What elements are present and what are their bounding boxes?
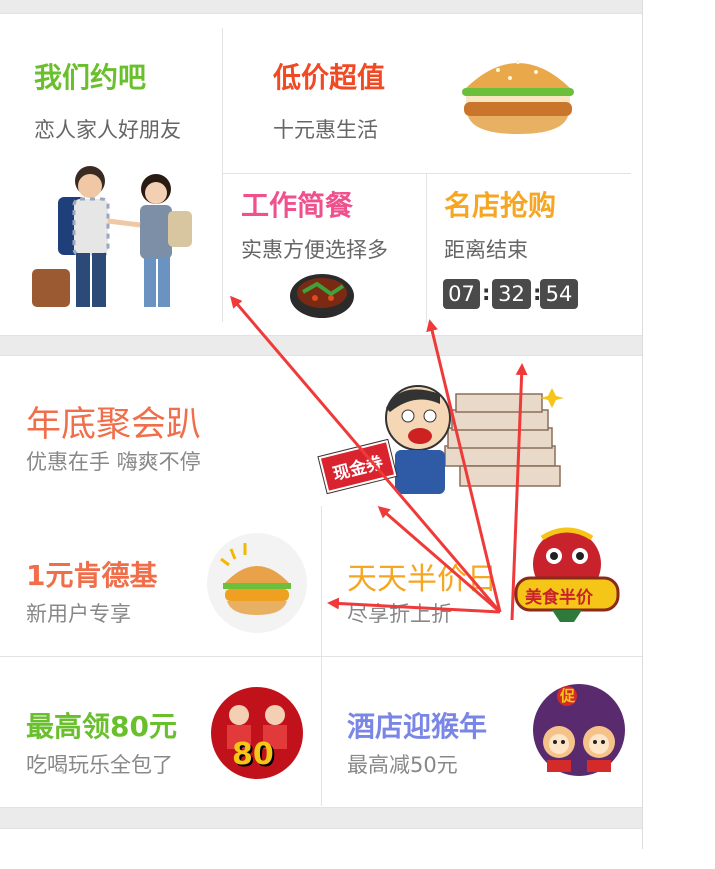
- promo-grid: 1元肯德基 新用户专享 天天半价日 尽享折上折 美食半价 最高领80元 吃喝玩乐…: [0, 506, 642, 808]
- promo-title: 天天半价日: [347, 562, 497, 597]
- promo-subtitle: 新用户专享: [26, 602, 131, 626]
- burger-badge-image: [207, 533, 307, 633]
- tile-title: 工作简餐: [241, 189, 354, 222]
- lion-dance-badge-image: [514, 527, 620, 622]
- tile-subtitle: 距离结束: [444, 238, 528, 262]
- eighty-badge: 80: [232, 737, 274, 772]
- promo-subtitle: 尽享折上折: [347, 602, 452, 626]
- promo-subtitle: 吃喝玩乐全包了: [26, 753, 173, 777]
- tile-meet[interactable]: 我们约吧 恋人家人好朋友: [0, 14, 222, 335]
- tile-cheap[interactable]: 低价超值 十元惠生活: [223, 14, 631, 173]
- tile-subtitle: 十元惠生活: [273, 118, 378, 142]
- tile-subtitle: 恋人家人好朋友: [34, 118, 181, 142]
- tile-flash-sale[interactable]: 名店抢购 距离结束: [427, 174, 631, 334]
- promo-title: 最高领80元: [26, 710, 177, 743]
- tile-title: 低价超值: [273, 61, 386, 94]
- tile-title: 我们约吧: [34, 61, 147, 94]
- countdown-seconds: 54: [540, 279, 578, 309]
- tile-lunch[interactable]: 工作简餐 实惠方便选择多: [223, 174, 426, 334]
- promo-badge: 促: [560, 687, 576, 705]
- promo-80-yuan[interactable]: 最高领80元 吃喝玩乐全包了 80: [0, 657, 321, 807]
- promo-title: 酒店迎猴年: [347, 710, 488, 743]
- promo-subtitle: 最高减50元: [347, 753, 458, 777]
- banner-title: 年底聚会趴: [26, 405, 202, 445]
- banner-subtitle: 优惠在手 嗨爽不停: [26, 450, 201, 474]
- claypot-dish-image: [290, 274, 354, 318]
- couple-image: [32, 166, 192, 307]
- countdown-minutes: 32: [492, 279, 531, 309]
- promo-half-price[interactable]: 天天半价日 尽享折上折 美食半价: [322, 506, 642, 656]
- promo-title: 1元肯德基: [26, 559, 158, 592]
- tile-title: 名店抢购: [444, 189, 557, 222]
- promo-kfc[interactable]: 1元肯德基 新用户专享: [0, 506, 321, 656]
- half-price-label: 美食半价: [525, 588, 593, 608]
- monkey-couple-image: [533, 684, 625, 776]
- tile-subtitle: 实惠方便选择多: [241, 238, 388, 262]
- burger-image: [462, 60, 574, 134]
- countdown-separator: :: [482, 281, 491, 305]
- page-background: 我们约吧 恋人家人好朋友 低价超值 十元惠生活 工作简餐 实惠方便选择多 名店抢…: [0, 0, 643, 869]
- promo-hotel[interactable]: 酒店迎猴年 最高减50元 促: [322, 657, 642, 807]
- countdown-hours: 07: [443, 279, 480, 309]
- party-banner[interactable]: 年底聚会趴 优惠在手 嗨爽不停 现金券: [0, 355, 642, 508]
